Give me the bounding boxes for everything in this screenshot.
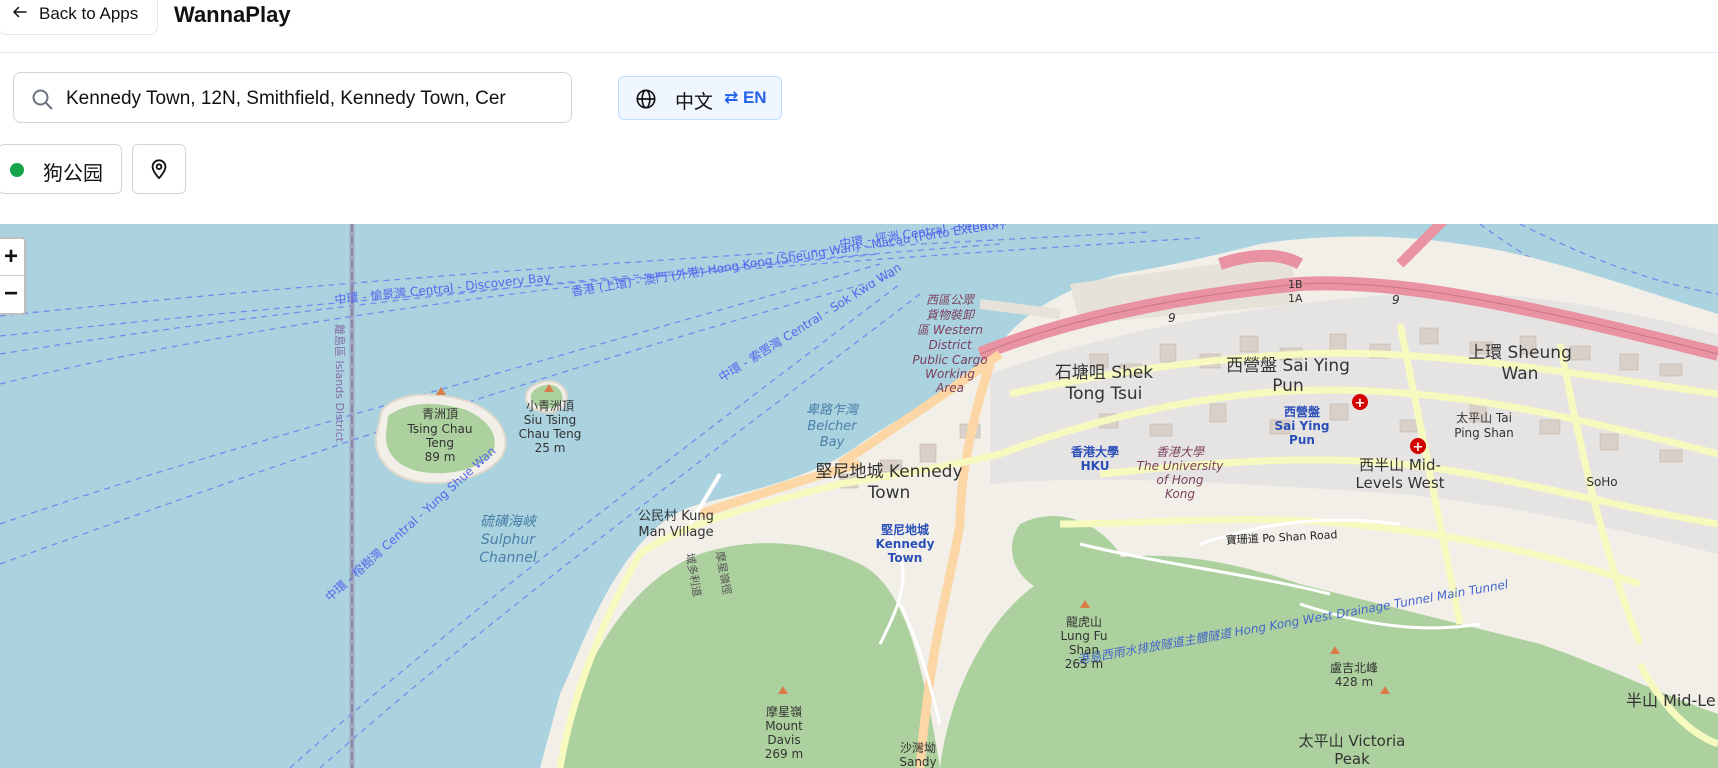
- svg-text:+: +: [1355, 396, 1366, 411]
- locate-button[interactable]: [132, 144, 186, 194]
- map-label-siu-tsing-3: Chau Teng: [519, 427, 582, 441]
- map-label-sulphur-1: 硫磺海峽: [480, 514, 538, 530]
- map-label-lung-fu-4: 265 m: [1065, 657, 1103, 671]
- map-label-kung-man-2: Man Village: [638, 525, 713, 540]
- app-title: WannaPlay: [174, 2, 291, 27]
- map-label-victoria-peak-2: Peak: [1334, 750, 1370, 768]
- map-label-sheung-wan-2: Wan: [1502, 364, 1539, 384]
- map-label-sai-ying-pun-2: Pun: [1272, 376, 1304, 396]
- map-label-cargo-7: Area: [935, 381, 964, 395]
- map-label-hku-4: Kong: [1165, 487, 1195, 501]
- map-label-cargo-3: 區 Western: [917, 323, 983, 337]
- map-label-sulphur-2: Sulphur: [481, 532, 536, 548]
- map-label-kt-station-3: Town: [888, 551, 922, 565]
- map-label-lung-fu-3: Shan: [1069, 643, 1099, 657]
- map-label-mid-levels-west-1: 西半山 Mid-: [1359, 456, 1441, 474]
- map-label-tsing-chau-1: 青洲頂: [422, 407, 458, 421]
- map-label-route-1b: 1B: [1288, 278, 1303, 291]
- map-label-mount-davis-2: Mount: [765, 719, 803, 733]
- map-label-lo-kwai-1: 盧吉北峰: [1330, 661, 1378, 675]
- map-label-hku-2: The University: [1137, 459, 1225, 473]
- map-label-tsing-chau-4: 89 m: [425, 450, 456, 464]
- map-label-soho: SoHo: [1586, 475, 1617, 489]
- map-label-syp-station-3: Pun: [1289, 433, 1315, 447]
- map-label-kennedy-town-1: 堅尼地城 Kennedy: [815, 462, 962, 482]
- map-label-mount-davis-4: 269 m: [765, 747, 803, 761]
- map-label-route-9b: 9: [1392, 293, 1400, 307]
- map-label-lung-fu-2: Lung Fu: [1061, 629, 1108, 643]
- map-label-sheung-wan-1: 上環 Sheung: [1468, 343, 1572, 363]
- map-label-islands-district: 離島區 Islands District: [333, 324, 347, 443]
- map-label-mount-davis-3: Davis: [767, 733, 800, 747]
- map-label-cargo-6: Working: [925, 367, 975, 381]
- zoom-in-button[interactable]: +: [0, 239, 24, 276]
- map-label-route-1a: 1A: [1288, 292, 1303, 305]
- map-label-mid-levels-west-2: Levels West: [1355, 474, 1444, 492]
- map-label-lo-kwai-2: 428 m: [1335, 675, 1373, 689]
- map-label-shek-tong-tsui-2: Tong Tsui: [1065, 384, 1143, 404]
- arrow-left-icon: [11, 3, 29, 26]
- map-label-mount-davis-1: 摩星嶺: [766, 704, 802, 719]
- map-label-siu-tsing-1: 小青洲頂: [526, 399, 574, 413]
- map-label-sulphur-3: Channel: [479, 550, 537, 566]
- map-label-kt-station-2: Kennedy: [876, 537, 935, 551]
- map-label-belcher-1: 卑路乍灣: [806, 402, 860, 418]
- switch-language-label: ⇄ EN: [724, 88, 767, 107]
- map-label-siu-tsing-2: Siu Tsing: [524, 413, 577, 427]
- map-view[interactable]: + + 中環 - 愉景灣 Central - Discovery Bay 香港 …: [0, 224, 1718, 768]
- map-label-hku-3: of Hong: [1157, 473, 1204, 487]
- map-label-mid-levels-east: 半山 Mid-Le: [1626, 691, 1716, 710]
- map-label-cargo-4: District: [928, 338, 972, 352]
- svg-text:+: +: [1413, 440, 1424, 455]
- map-label-syp-station-2: Sai Ying: [1275, 419, 1330, 433]
- map-label-belcher-3: Bay: [820, 435, 845, 450]
- map-label-hku-station-2: HKU: [1081, 459, 1110, 473]
- map-label-hku-station-1: 香港大學: [1070, 444, 1119, 459]
- dog-park-filter-chip[interactable]: 狗公园: [0, 144, 122, 194]
- map-label-belcher-2: Belcher: [807, 419, 858, 434]
- status-dot: [10, 163, 24, 177]
- map-label-victoria-peak-1: 太平山 Victoria: [1299, 732, 1406, 750]
- map-label-sandy-2: Sandy: [899, 755, 936, 768]
- map-tiles: + + 中環 - 愉景灣 Central - Discovery Bay 香港 …: [0, 224, 1718, 768]
- back-to-apps-label: Back to Apps: [39, 4, 139, 23]
- map-label-kennedy-town-2: Town: [867, 483, 911, 503]
- map-label-route-9a: 9: [1168, 311, 1176, 325]
- map-label-cargo-1: 西區公眾: [926, 293, 976, 307]
- zoom-out-button[interactable]: −: [0, 276, 24, 312]
- map-label-lung-fu-1: 龍虎山: [1066, 614, 1102, 629]
- map-label-kt-station-1: 堅尼地城: [881, 522, 929, 537]
- map-label-syp-station-1: 西營盤: [1284, 404, 1321, 419]
- map-label-sandy-1: 沙灣坳: [900, 741, 936, 755]
- map-label-shek-tong-tsui-1: 石塘咀 Shek: [1055, 363, 1153, 383]
- map-label-tsing-chau-3: Teng: [425, 436, 454, 450]
- map-label-siu-tsing-4: 25 m: [535, 441, 566, 455]
- back-to-apps-button[interactable]: Back to Apps: [0, 0, 158, 35]
- map-label-cargo-5: Public Cargo: [912, 353, 987, 367]
- filter-chip-label: 狗公园: [43, 163, 103, 185]
- map-label-kung-man-1: 公民村 Kung: [638, 509, 714, 524]
- current-language: 中文: [675, 92, 714, 113]
- map-label-sai-ying-pun-1: 西營盤 Sai Ying: [1226, 356, 1350, 376]
- map-label-tai-ping-shan-1: 太平山 Tai: [1456, 410, 1512, 425]
- language-toggle-button[interactable]: 中文 ⇄ EN: [618, 76, 782, 120]
- map-label-tsing-chau-2: Tsing Chau: [407, 422, 473, 436]
- search-box[interactable]: [13, 72, 572, 123]
- map-label-cargo-2: 貨物裝卸: [926, 308, 976, 322]
- search-input[interactable]: [64, 83, 532, 115]
- map-label-tai-ping-shan-2: Ping Shan: [1454, 426, 1514, 440]
- app-header: Back to Apps WannaPlay: [0, 0, 1718, 53]
- map-zoom-control: + −: [0, 237, 26, 315]
- map-label-hku-1: 香港大學: [1156, 445, 1205, 459]
